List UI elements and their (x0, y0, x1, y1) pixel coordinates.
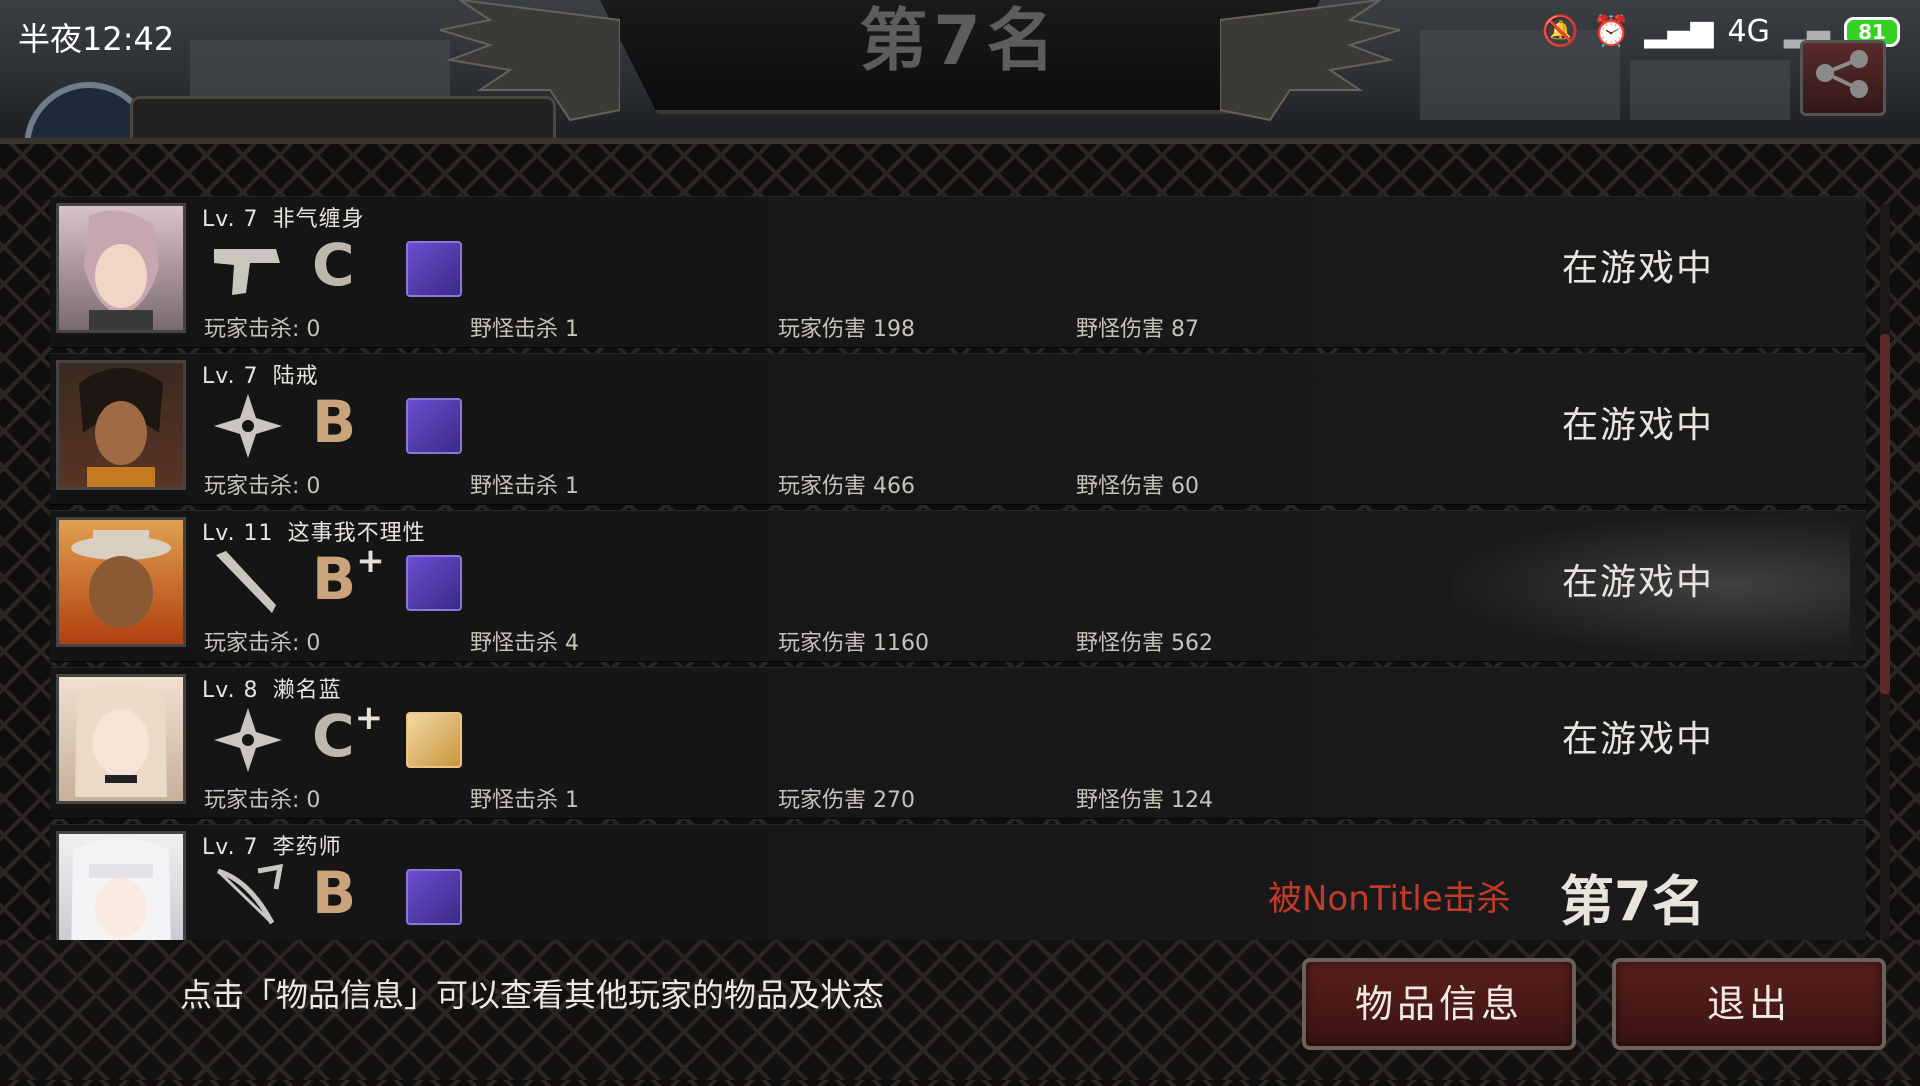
grade-badge: B (312, 859, 357, 927)
bat-icon (216, 551, 276, 613)
current-player-plate (130, 96, 556, 140)
player-portrait (56, 517, 186, 647)
player-status: 在游戏中 (1562, 562, 1715, 603)
player-portrait (56, 674, 186, 804)
player-kills: 玩家击杀: 0 (204, 474, 321, 499)
player-status: 在游戏中 (1562, 248, 1715, 289)
grade-badge: B+ (312, 541, 385, 613)
equipped-item-icon (406, 869, 462, 925)
alarm-icon: ⏰ (1592, 14, 1631, 49)
monster-damage: 野怪伤害 60 (1076, 474, 1199, 499)
monster-kills: 野怪击杀 1 (470, 788, 579, 813)
monster-kills: 野怪击杀 4 (470, 631, 579, 656)
page-title: 第7名 (859, 2, 1061, 81)
player-row[interactable]: Lv. 7 陆戒 B 玩家击杀: 0 野怪击杀 1 玩家伤害 466 野怪伤害 6… (50, 353, 1866, 505)
monster-damage: 野怪伤害 87 (1076, 317, 1199, 342)
player-level-name: Lv. 7 陆戒 (202, 364, 319, 389)
bottom-bar: 点击「物品信息」可以查看其他玩家的物品及状态 物品信息 退出 (0, 940, 1920, 1080)
grade-badge: C+ (312, 698, 384, 770)
final-rank: 第7名 (1560, 870, 1706, 933)
equipped-item-icon (406, 555, 462, 611)
item-info-button[interactable]: 物品信息 (1302, 958, 1576, 1050)
player-kills: 玩家击杀: 0 (204, 788, 321, 813)
monster-kills: 野怪击杀 1 (470, 474, 579, 499)
equipped-item-icon (406, 712, 462, 768)
player-kills: 玩家击杀: 0 (204, 631, 321, 656)
mute-bell-icon: 🔕 (1541, 14, 1579, 49)
player-damage: 玩家伤害 198 (778, 317, 915, 342)
share-button[interactable] (1800, 40, 1886, 116)
scrollbar-thumb[interactable] (1880, 334, 1890, 694)
player-portrait (56, 360, 186, 490)
list-scrollbar[interactable] (1880, 204, 1890, 964)
player-status: 在游戏中 (1562, 719, 1715, 760)
player-row[interactable]: Lv. 7 非气缠身 C 玩家击杀: 0 野怪击杀 1 玩家伤害 198 野怪伤害… (50, 196, 1866, 348)
crossbow-icon (216, 863, 284, 925)
player-status: 在游戏中 (1562, 405, 1715, 446)
player-portrait (56, 203, 186, 333)
player-damage: 玩家伤害 270 (778, 788, 915, 813)
equipped-item-icon (406, 398, 462, 454)
exit-button[interactable]: 退出 (1612, 958, 1886, 1050)
shuriken-icon (214, 394, 282, 458)
player-level-name: Lv. 7 非气缠身 (202, 207, 365, 232)
player-kills: 玩家击杀: 0 (204, 317, 321, 342)
monster-damage: 野怪伤害 124 (1076, 788, 1213, 813)
killed-by-text: 被NonTitle击杀 (1268, 879, 1511, 919)
grade-badge: B (312, 388, 357, 456)
monster-damage: 野怪伤害 562 (1076, 631, 1213, 656)
status-time: 半夜12:42 (18, 20, 175, 58)
share-icon (1816, 50, 1868, 98)
equipped-item-icon (406, 241, 462, 297)
pistol-icon (214, 249, 280, 295)
hint-text: 点击「物品信息」可以查看其他玩家的物品及状态 (180, 976, 885, 1014)
player-row[interactable]: Lv. 11 这事我不理性 B+ 玩家击杀: 0 野怪击杀 4 玩家伤害 1160… (50, 510, 1866, 662)
monster-kills: 野怪击杀 1 (470, 317, 579, 342)
signal-icon: ▂▄▆ (1644, 14, 1714, 49)
top-banner: 第7名 半夜12:42 🔕 ⏰ ▂▄▆ 4G ▂▄ 81 (0, 0, 1920, 140)
player-level-name: Lv. 8 濑名蓝 (202, 678, 342, 703)
shuriken-icon (214, 708, 282, 772)
player-damage: 玩家伤害 1160 (778, 631, 929, 656)
right-wing-ornament (1220, 0, 1401, 122)
network-label: 4G (1727, 14, 1770, 49)
player-level-name: Lv. 11 这事我不理性 (202, 521, 426, 546)
player-damage: 玩家伤害 466 (778, 474, 915, 499)
grade-badge: C (312, 231, 355, 299)
player-row[interactable]: Lv. 8 濑名蓝 C+ 玩家击杀: 0 野怪击杀 1 玩家伤害 270 野怪伤害… (50, 667, 1866, 819)
player-level-name: Lv. 7 李药师 (202, 835, 342, 860)
